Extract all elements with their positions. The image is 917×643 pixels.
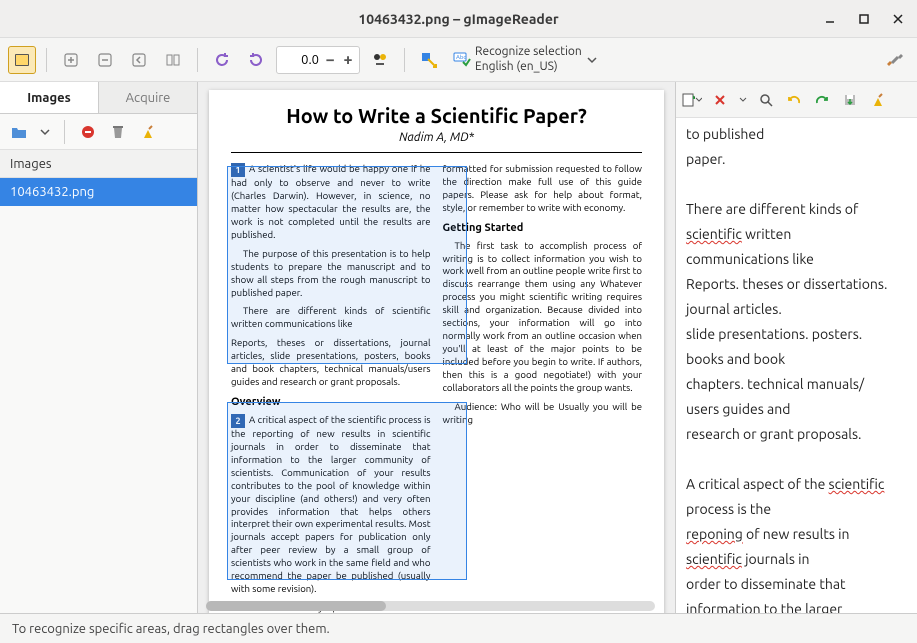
horizontal-scrollbar[interactable] xyxy=(206,601,655,611)
rotate-right-button[interactable] xyxy=(242,46,270,74)
sel-badge-2: 2 xyxy=(231,414,245,428)
strip-dropdown[interactable] xyxy=(738,90,748,110)
doc-title: How to Write a Scientific Paper? xyxy=(231,104,642,127)
separator xyxy=(197,48,198,72)
output-text[interactable]: to publishedpaper. There are different k… xyxy=(676,118,917,613)
output-mode-button[interactable] xyxy=(682,90,702,110)
rotation-plus-button[interactable]: + xyxy=(341,51,355,69)
remove-button[interactable] xyxy=(77,121,99,143)
recent-button[interactable] xyxy=(38,121,52,143)
minimize-button[interactable] xyxy=(819,8,841,30)
window-title: 10463432.png – gImageReader xyxy=(358,11,558,27)
sources-tabs: Images Acquire xyxy=(0,82,197,114)
getting-started-heading: Getting Started xyxy=(443,221,643,236)
overview-heading: Overview xyxy=(231,395,431,410)
main-toolbar: 0.0 − + Abc Recognize selection English … xyxy=(0,38,917,82)
status-bar: To recognize specific areas, drag rectan… xyxy=(0,613,917,643)
maximize-button[interactable] xyxy=(853,8,875,30)
rotation-field[interactable]: 0.0 − + xyxy=(276,46,360,74)
sources-header: Images xyxy=(0,150,197,178)
strip-linebreaks-button[interactable] xyxy=(710,90,730,110)
sel-badge-1: 1 xyxy=(231,163,245,177)
save-output-button[interactable] xyxy=(840,90,860,110)
separator xyxy=(404,48,405,72)
doc-column-right: formatted for submission requested to fo… xyxy=(443,163,643,613)
list-item[interactable]: 10463432.png xyxy=(0,178,197,206)
chevron-down-icon xyxy=(586,54,598,66)
sources-panel: Images Acquire Images 10463432.png xyxy=(0,82,198,613)
separator xyxy=(64,120,65,144)
clear-button[interactable] xyxy=(137,121,159,143)
preferences-button[interactable] xyxy=(881,46,909,74)
output-toolbar xyxy=(676,82,917,118)
add-images-button[interactable] xyxy=(57,46,85,74)
window-controls xyxy=(819,8,909,30)
sources-toolbar xyxy=(0,114,197,150)
rotation-value: 0.0 xyxy=(281,53,319,67)
tab-acquire[interactable]: Acquire xyxy=(99,82,197,113)
separator xyxy=(46,48,47,72)
page-mode-button[interactable] xyxy=(366,46,394,74)
recognize-button[interactable]: Abc Recognize selection English (en_US) xyxy=(449,43,602,76)
doc-author: Nadim A, MD* xyxy=(231,131,642,144)
open-button[interactable] xyxy=(8,121,30,143)
ocr-icon: Abc xyxy=(453,51,471,69)
doc-column-left: 1A scientist's life would be happy one i… xyxy=(231,163,431,613)
tab-images[interactable]: Images xyxy=(0,82,99,113)
rotation-minus-button[interactable]: − xyxy=(323,51,337,69)
delete-button[interactable] xyxy=(107,121,129,143)
scrollbar-thumb[interactable] xyxy=(206,601,386,611)
autodetect-button[interactable] xyxy=(415,46,443,74)
titlebar: 10463432.png – gImageReader xyxy=(0,0,917,38)
image-viewer[interactable]: How to Write a Scientific Paper? Nadim A… xyxy=(198,82,675,613)
remove-images-button[interactable] xyxy=(91,46,119,74)
sources-list[interactable]: 10463432.png xyxy=(0,178,197,613)
recognize-label: Recognize selection English (en_US) xyxy=(475,45,582,74)
find-replace-button[interactable] xyxy=(756,90,776,110)
clear-output-button[interactable] xyxy=(868,90,888,110)
document-page: How to Write a Scientific Paper? Nadim A… xyxy=(209,90,664,613)
undo-button[interactable] xyxy=(784,90,804,110)
toggle-output-button[interactable] xyxy=(8,46,36,74)
status-text: To recognize specific areas, drag rectan… xyxy=(12,622,330,636)
doc-rule xyxy=(231,152,642,153)
output-panel: to publishedpaper. There are different k… xyxy=(675,82,917,613)
multipage-button[interactable] xyxy=(159,46,187,74)
previous-button[interactable] xyxy=(125,46,153,74)
main-area: Images Acquire Images 10463432.png How t… xyxy=(0,82,917,613)
svg-text:Abc: Abc xyxy=(456,54,466,61)
close-button[interactable] xyxy=(887,8,909,30)
rotate-left-button[interactable] xyxy=(208,46,236,74)
redo-button[interactable] xyxy=(812,90,832,110)
